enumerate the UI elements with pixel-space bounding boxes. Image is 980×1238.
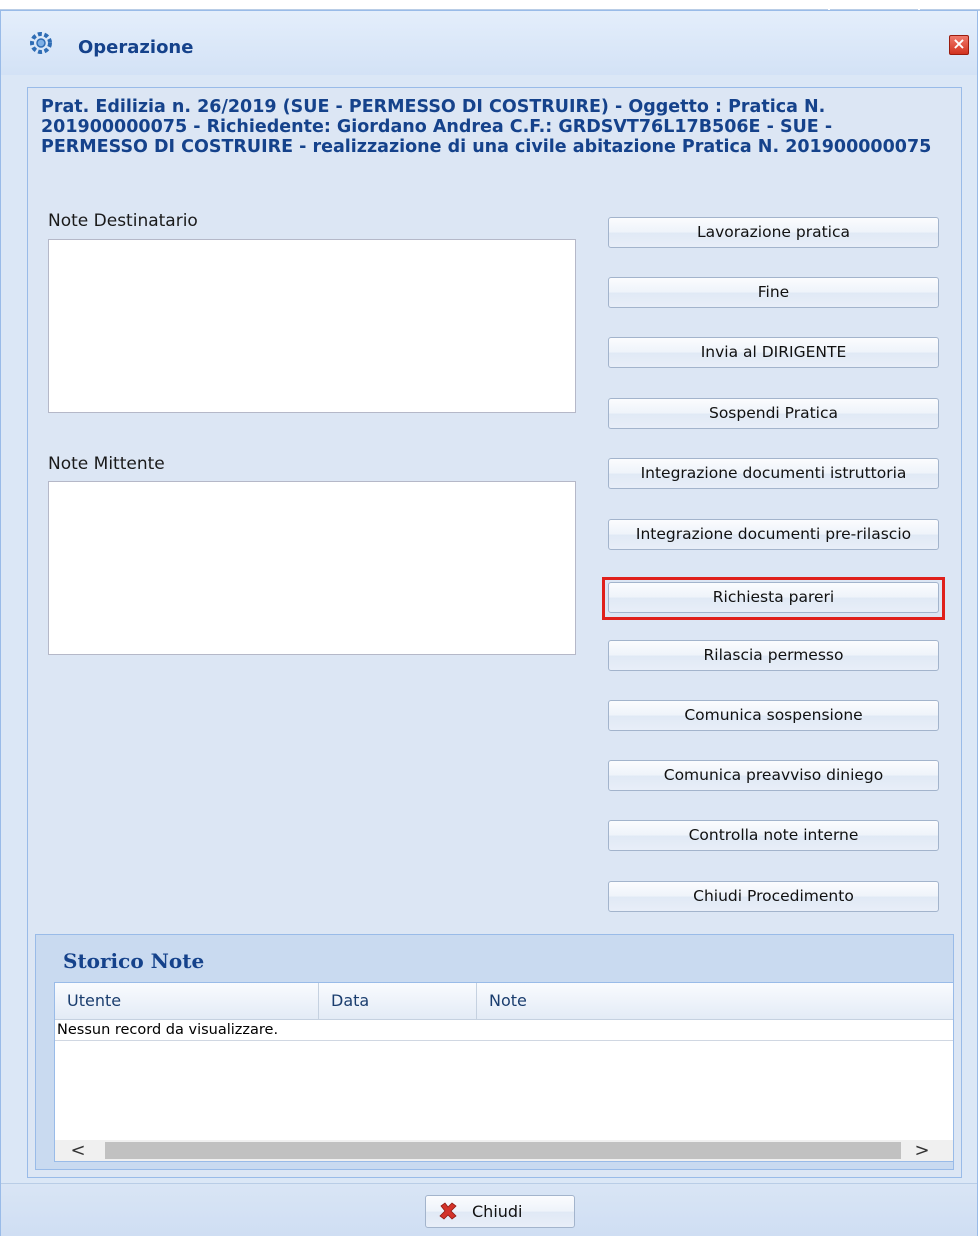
comunica-preavviso-diniego-button[interactable]: Comunica preavviso diniego: [608, 760, 939, 791]
note-mittente-label: Note Mittente: [48, 454, 165, 474]
empty-grid-message: Nessun record da visualizzare.: [55, 1019, 953, 1041]
note-destinatario-field[interactable]: [48, 239, 576, 413]
rilascia-permesso-button[interactable]: Rilascia permesso: [608, 640, 939, 671]
practice-header: Prat. Edilizia n. 26/2019 (SUE - PERMESS…: [41, 97, 932, 157]
operation-body: Prat. Edilizia n. 26/2019 (SUE - PERMESS…: [27, 87, 962, 1178]
red-x-icon: [439, 1202, 457, 1220]
close-icon: ×: [952, 34, 966, 53]
column-utente[interactable]: Utente: [55, 983, 319, 1019]
title-bar[interactable]: Operazione ×: [1, 11, 977, 75]
note-destinatario-label: Note Destinatario: [48, 211, 198, 231]
storico-note-grid: Utente Data Note Nessun record da visual…: [54, 982, 954, 1162]
controlla-note-interne-button[interactable]: Controlla note interne: [608, 820, 939, 851]
storico-note-panel: Storico Note Utente Data Note Nessun rec…: [35, 934, 954, 1170]
column-data[interactable]: Data: [319, 983, 477, 1019]
gears-icon: [30, 32, 52, 54]
invia-dirigente-button[interactable]: Invia al DIRIGENTE: [608, 337, 939, 368]
comunica-sospensione-button[interactable]: Comunica sospensione: [608, 700, 939, 731]
dialog-title: Operazione: [78, 37, 194, 58]
chiudi-button[interactable]: Chiudi: [425, 1195, 575, 1228]
chiudi-label: Chiudi: [472, 1202, 523, 1221]
integrazione-istruttoria-button[interactable]: Integrazione documenti istruttoria: [608, 458, 939, 489]
fine-button[interactable]: Fine: [608, 277, 939, 308]
chiudi-procedimento-button[interactable]: Chiudi Procedimento: [608, 881, 939, 912]
top-strip: [0, 0, 980, 11]
sospendi-pratica-button[interactable]: Sospendi Pratica: [608, 398, 939, 429]
scroll-left-icon[interactable]: <: [63, 1140, 93, 1161]
grid-header: Utente Data Note: [55, 983, 953, 1020]
horizontal-scrollbar[interactable]: < >: [55, 1140, 953, 1161]
column-note[interactable]: Note: [477, 983, 953, 1019]
storico-note-title: Storico Note: [63, 949, 205, 973]
operazione-dialog: Operazione × Prat. Edilizia n. 26/2019 (…: [0, 10, 978, 1236]
scrollbar-thumb[interactable]: [105, 1142, 901, 1159]
close-window-button[interactable]: ×: [949, 34, 969, 55]
note-mittente-field[interactable]: [48, 481, 576, 655]
lavorazione-pratica-button[interactable]: Lavorazione pratica: [608, 217, 939, 248]
scroll-right-icon[interactable]: >: [907, 1140, 937, 1161]
richiesta-pareri-button[interactable]: Richiesta pareri: [608, 582, 939, 613]
integrazione-pre-rilascio-button[interactable]: Integrazione documenti pre-rilascio: [608, 519, 939, 550]
